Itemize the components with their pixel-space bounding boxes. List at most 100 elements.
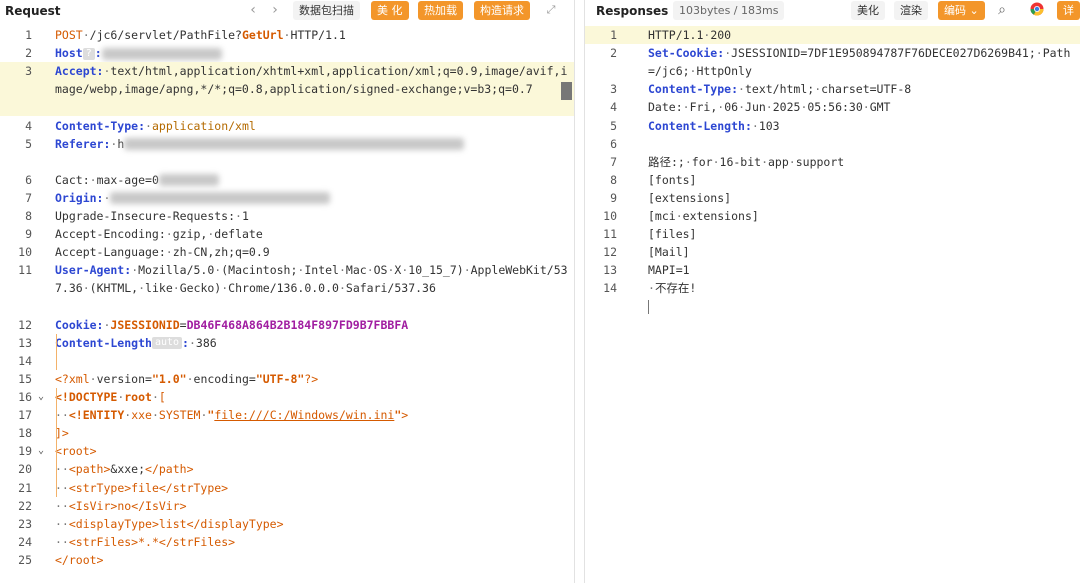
- line-number: 9: [610, 190, 617, 205]
- code-token: :: [138, 118, 146, 133]
- encoding-dropdown[interactable]: 编码 ⌄: [938, 1, 985, 20]
- detail-button[interactable]: 详: [1057, 1, 1080, 20]
- code-line: </root>: [55, 551, 570, 569]
- code-token: SYSTEM: [158, 408, 201, 423]
- code-token: Mac: [345, 263, 367, 278]
- code-token: HTTP/1.1: [290, 28, 346, 42]
- code-token: Intel: [304, 263, 339, 278]
- request-toolbar: Request ‹ › 数据包扫描 美 化 热加载 构造请求 ⤢: [0, 0, 574, 22]
- code-token: Mozilla/5.0: [138, 263, 215, 278]
- code-line: ··<displayType>list</displayType>: [55, 515, 570, 533]
- hot-load-button[interactable]: 热加载: [418, 1, 463, 20]
- code-line: Cact:·max-age=0: [55, 171, 570, 189]
- code-token: Host: [55, 46, 83, 61]
- code-token: Content-Type: [55, 118, 139, 133]
- code-token: ·: [165, 227, 173, 242]
- line-number: 11: [18, 263, 32, 278]
- back-icon[interactable]: ‹: [245, 2, 261, 18]
- code-token: ·: [235, 209, 242, 223]
- line-number: 16: [18, 390, 32, 404]
- code-token: Content-Length: [648, 118, 745, 133]
- code-token: zh-CN,zh;q=0.9: [172, 245, 270, 260]
- build-request-button[interactable]: 构造请求: [474, 1, 530, 20]
- code-token: ·: [463, 263, 471, 278]
- code-token: MAPI=1: [648, 263, 690, 278]
- code-token: HTTP/1.1: [648, 28, 704, 42]
- request-title: Request: [5, 4, 61, 18]
- code-token: Chrome/136.0.0.0: [228, 281, 339, 296]
- code-token: (KHTML,: [89, 281, 139, 296]
- response-size-badge: 103bytes / 183ms: [673, 1, 785, 20]
- code-token: ·: [165, 245, 173, 260]
- code-token: ·: [738, 82, 745, 97]
- code-token: Cac: [55, 172, 76, 187]
- code-token: Origin: [55, 190, 97, 205]
- code-token: </root>: [55, 552, 104, 567]
- code-token: User-Agent: [55, 263, 125, 278]
- code-token: [: [158, 390, 166, 404]
- code-token: for: [691, 154, 713, 169]
- code-token: Content-Length: [55, 335, 152, 350]
- code-token: text/html;: [744, 82, 815, 97]
- code-token: <root>: [55, 444, 97, 459]
- code-token: ·: [103, 190, 111, 205]
- code-token: 386: [195, 335, 217, 350]
- code-token: ·: [338, 263, 346, 278]
- code-token: Gecko): [179, 281, 222, 296]
- code-token: :: [94, 46, 102, 61]
- code-token: ·: [151, 408, 159, 423]
- chrome-icon[interactable]: [1029, 2, 1045, 18]
- code-line: User-Agent:·Mozilla/5.0·(Macintosh;·Inte…: [55, 261, 570, 297]
- code-token: ··: [55, 516, 69, 531]
- code-token: [extensions]: [648, 190, 732, 205]
- response-beautify-button[interactable]: 美化: [851, 1, 885, 20]
- code-token: ·: [338, 281, 346, 296]
- code-token: </IsVir>: [131, 498, 187, 513]
- line-number: 11: [603, 227, 617, 242]
- code-token: :: [158, 227, 166, 242]
- fold-icon[interactable]: ⌄: [38, 388, 44, 406]
- code-token: ·: [648, 281, 655, 296]
- redacted-text: [101, 47, 222, 60]
- line-number: 14: [18, 353, 32, 368]
- forward-icon[interactable]: ›: [267, 2, 283, 18]
- code-token: 路径:;: [648, 154, 685, 169]
- fold-icon[interactable]: ⌄: [38, 442, 44, 460]
- code-token: </strFiles>: [158, 534, 236, 549]
- code-token: ·: [1035, 46, 1043, 61]
- fold-guide: [56, 333, 57, 370]
- code-token: :: [731, 82, 739, 97]
- packet-scan-button[interactable]: 数据包扫描: [293, 1, 360, 20]
- code-token: no: [117, 498, 132, 513]
- code-token: max-age=0: [96, 172, 159, 187]
- code-token: like: [145, 281, 173, 296]
- redacted-text: [124, 138, 465, 151]
- code-line: Date:·Fri,·06·Jun·2025·05:56:30·GMT: [648, 98, 1077, 116]
- render-button[interactable]: 渲染: [894, 1, 928, 20]
- code-token: application/xml: [151, 118, 256, 133]
- code-token: list: [158, 516, 187, 531]
- code-token: :: [182, 335, 189, 350]
- code-line: Accept:·text/html,application/xhtml+xml,…: [55, 62, 570, 98]
- code-token: ··: [55, 408, 69, 423]
- beautify-button[interactable]: 美 化: [371, 1, 409, 20]
- line-number: 1: [610, 28, 617, 42]
- code-token: *.*: [138, 534, 159, 549]
- expand-icon[interactable]: ⤢: [543, 2, 559, 18]
- code-token: 200: [710, 28, 732, 42]
- search-icon[interactable]: ⌕: [994, 2, 1010, 18]
- code-token: version=: [96, 371, 152, 386]
- scrollbar-thumb[interactable]: [561, 82, 572, 100]
- line-number: 24: [18, 534, 32, 549]
- code-line: [fonts]: [648, 171, 1077, 189]
- request-pane: Request ‹ › 数据包扫描 美 化 热加载 构造请求 ⤢ 1 POST·/…: [0, 0, 575, 583]
- code-token: 103: [758, 118, 780, 133]
- code-token: 05:56:30: [807, 100, 863, 115]
- code-line: [mci·extensions]: [648, 207, 1077, 225]
- code-token: JSESSIONID=7DF1E950894787F76DECE027D6269…: [731, 46, 1036, 61]
- line-number: 18: [18, 426, 32, 441]
- line-number: 12: [603, 245, 617, 260]
- line-number: 25: [18, 552, 32, 567]
- code-line: Host?:: [55, 44, 570, 62]
- code-token: Date: [648, 100, 676, 115]
